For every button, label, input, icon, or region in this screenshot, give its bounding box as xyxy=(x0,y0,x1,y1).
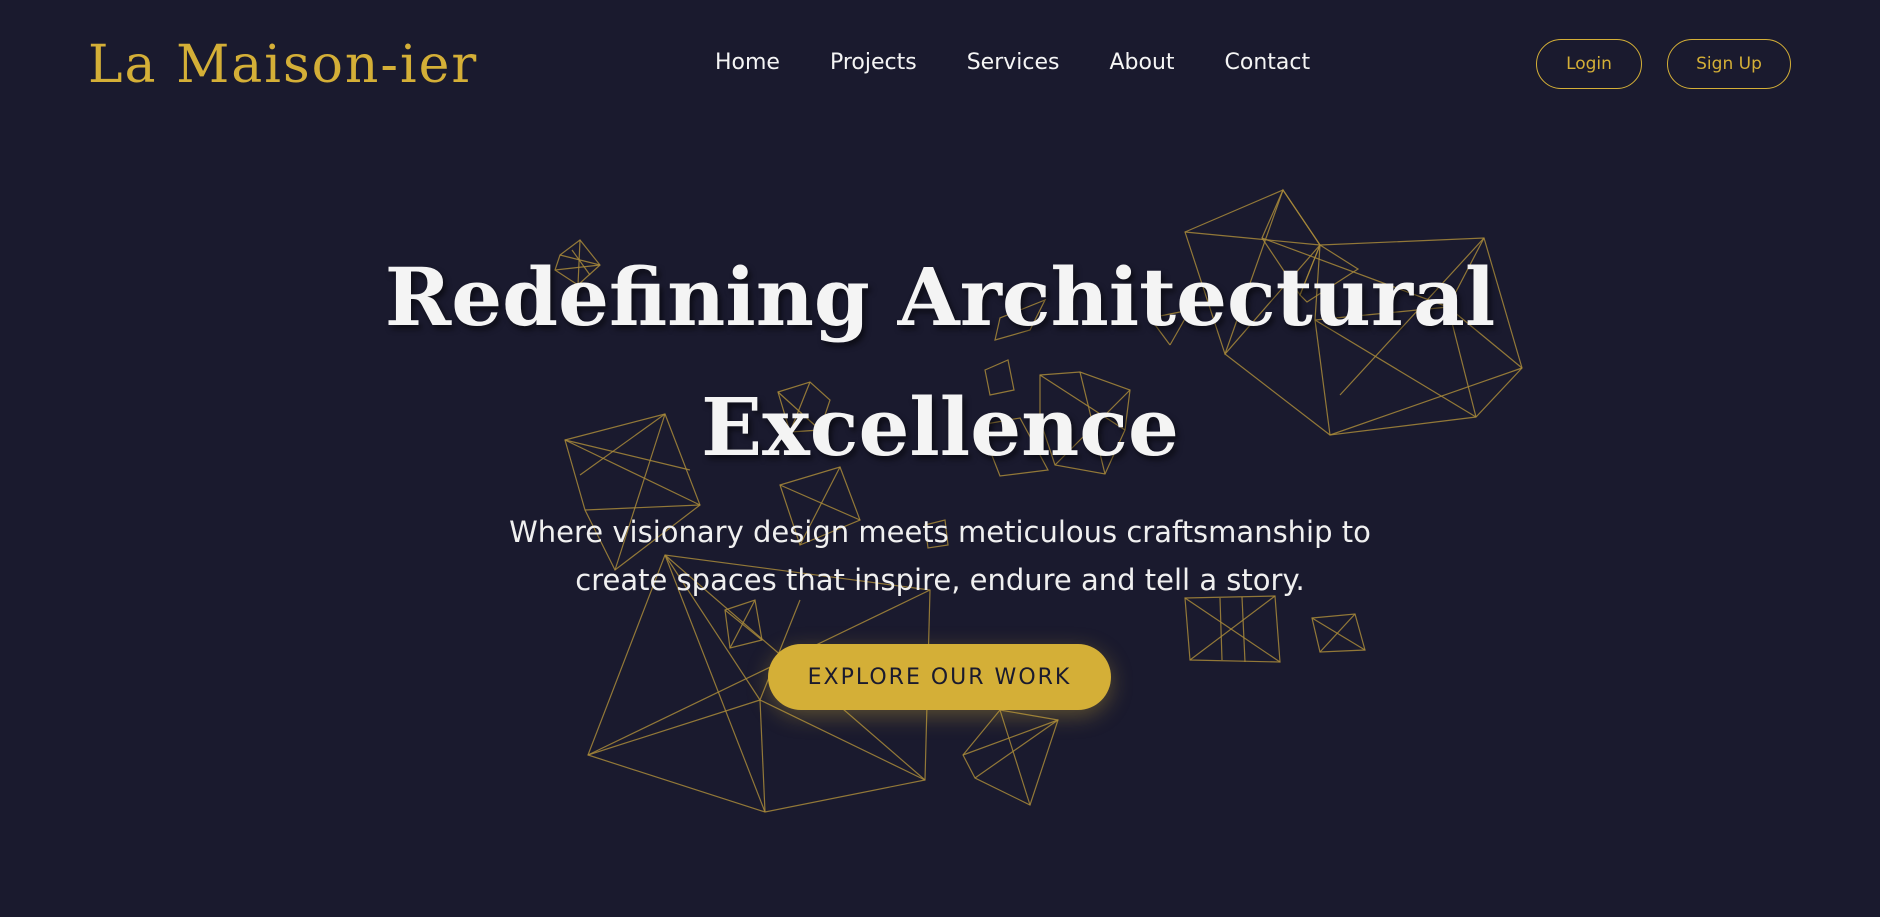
brand-logo[interactable]: La Maison-ier xyxy=(88,30,478,100)
wireframe-cube-right-icon xyxy=(1184,595,1366,663)
nav-item-projects[interactable]: Projects xyxy=(830,44,917,82)
login-button[interactable]: Login xyxy=(1536,39,1642,89)
nav-item-home[interactable]: Home xyxy=(715,44,780,82)
signup-button[interactable]: Sign Up xyxy=(1667,39,1791,89)
wireframe-cube-bottom-icon xyxy=(962,709,1059,806)
hero-subtitle-line-1: Where visionary design meets meticulous … xyxy=(509,515,1371,549)
auth-buttons: Login Sign Up xyxy=(1536,39,1791,89)
nav-item-about[interactable]: About xyxy=(1109,44,1174,82)
hero-subtitle: Where visionary design meets meticulous … xyxy=(440,508,1440,604)
hero-subtitle-line-2: create spaces that inspire, endure and t… xyxy=(575,563,1305,597)
explore-our-work-button[interactable]: EXPLORE OUR WORK xyxy=(768,644,1111,710)
main-nav: Home Projects Services About Contact xyxy=(715,44,1310,82)
hero-title: Redefining Architectural Excellence xyxy=(300,232,1580,492)
hero-title-line-1: Redefining Architectural xyxy=(384,250,1496,344)
hero-title-line-2: Excellence xyxy=(701,380,1179,474)
nav-item-contact[interactable]: Contact xyxy=(1225,44,1311,82)
nav-item-services[interactable]: Services xyxy=(967,44,1060,82)
